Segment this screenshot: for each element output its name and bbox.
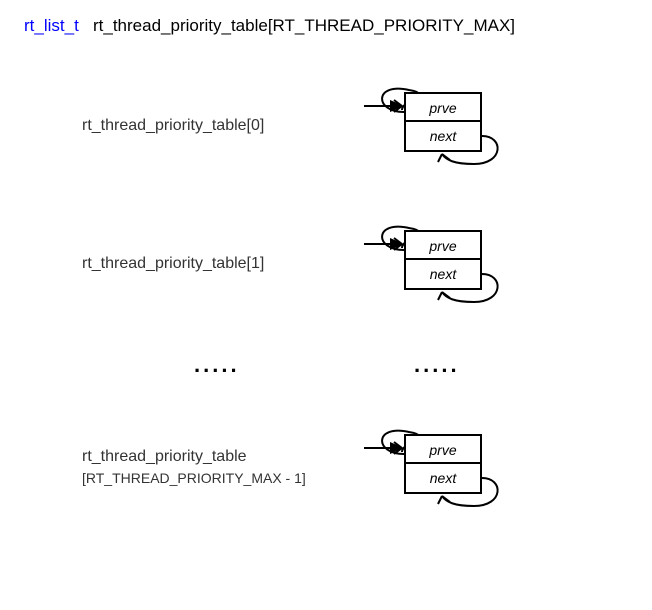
- row-label-0: rt_thread_priority_table[0]: [24, 115, 354, 137]
- priority-row-1: rt_thread_priority_table[1] prve next: [24, 224, 628, 304]
- next-cell: next: [406, 260, 480, 288]
- label-main: rt_thread_priority_table[0]: [82, 117, 264, 134]
- node-box: prve next: [404, 230, 482, 290]
- label-main: rt_thread_priority_table: [82, 448, 247, 465]
- list-node-last: prve next: [354, 428, 554, 508]
- dots-left: .....: [24, 352, 354, 378]
- prve-cell: prve: [406, 232, 480, 260]
- label-sub: [RT_THREAD_PRIORITY_MAX - 1]: [82, 470, 306, 486]
- row-label-last: rt_thread_priority_table [RT_THREAD_PRIO…: [24, 446, 354, 489]
- prve-cell: prve: [406, 436, 480, 464]
- node-box: prve next: [404, 92, 482, 152]
- label-main: rt_thread_priority_table[1]: [82, 255, 264, 272]
- row-label-1: rt_thread_priority_table[1]: [24, 253, 354, 275]
- declaration-title: rt_list_t rt_thread_priority_table[RT_TH…: [24, 16, 628, 36]
- dots-right: .....: [354, 352, 554, 378]
- list-node-1: prve next: [354, 224, 554, 304]
- list-node-0: prve next: [354, 86, 554, 166]
- next-cell: next: [406, 464, 480, 492]
- prve-cell: prve: [406, 94, 480, 122]
- priority-row-last: rt_thread_priority_table [RT_THREAD_PRIO…: [24, 428, 628, 508]
- ellipsis-row: ..... .....: [24, 352, 628, 378]
- priority-row-0: rt_thread_priority_table[0] prve next: [24, 86, 628, 166]
- variable-declaration: rt_thread_priority_table[RT_THREAD_PRIOR…: [93, 16, 515, 35]
- next-cell: next: [406, 122, 480, 150]
- type-name: rt_list_t: [24, 16, 79, 35]
- node-box: prve next: [404, 434, 482, 494]
